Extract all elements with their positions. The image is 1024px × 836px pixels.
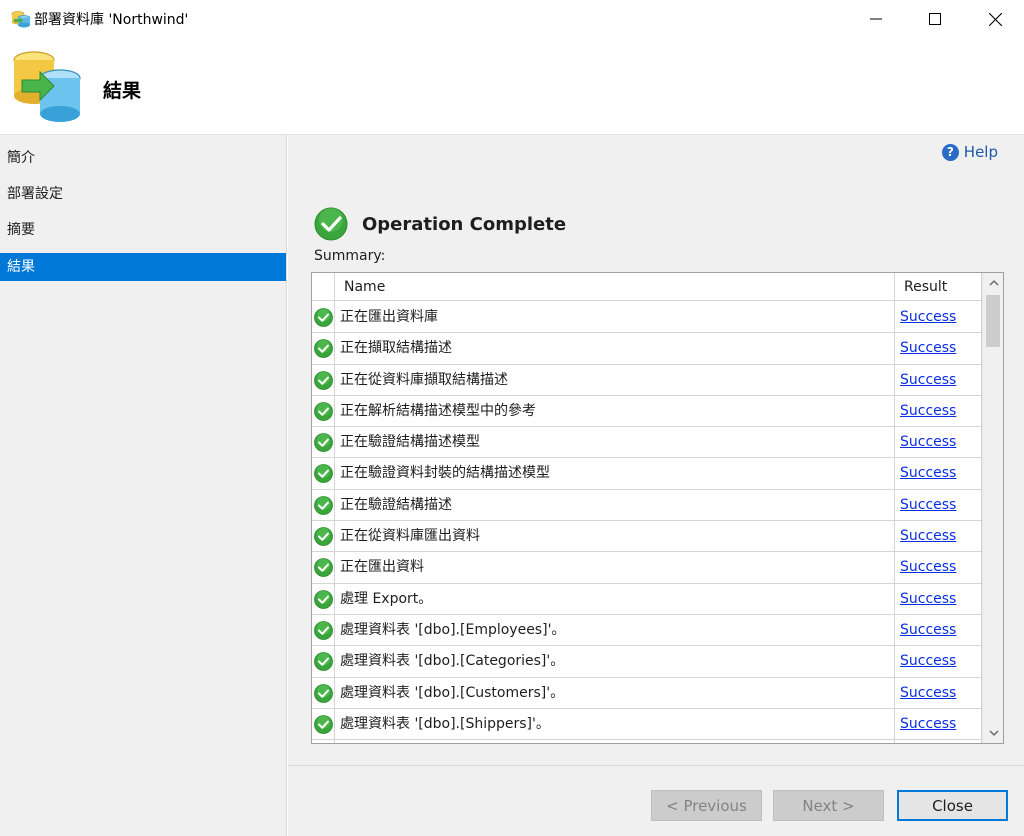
row-result-link[interactable]: Success xyxy=(900,709,956,740)
table-row[interactable]: 正在匯出資料 Success xyxy=(312,552,982,584)
success-check-icon xyxy=(314,714,333,734)
chevron-down-icon xyxy=(989,730,998,736)
maximize-icon xyxy=(929,13,941,25)
title-bar: 部署資料庫 'Northwind' xyxy=(0,0,1024,38)
chevron-up-icon xyxy=(989,280,998,286)
nav-item-results[interactable]: 結果 xyxy=(0,253,286,281)
wizard-nav: 簡介 部署設定 摘要 結果 xyxy=(0,135,287,836)
next-button[interactable]: Next > xyxy=(773,790,884,821)
table-row[interactable]: 正在從資料庫擷取結構描述 Success xyxy=(312,365,982,396)
operation-title: Operation Complete xyxy=(362,213,567,235)
nav-item-intro[interactable]: 簡介 xyxy=(0,144,286,172)
row-name: 正在解析結構描述模型中的參考 xyxy=(340,402,536,419)
summary-label: Summary: xyxy=(314,248,386,264)
help-label: Help xyxy=(963,143,998,161)
help-icon: ? xyxy=(941,143,959,161)
maximize-button[interactable] xyxy=(906,0,964,38)
row-result-link[interactable]: Success xyxy=(900,552,956,583)
success-check-icon xyxy=(314,495,333,515)
table-row[interactable]: 正在驗證結構描述模型 Success xyxy=(312,427,982,459)
table-row[interactable]: 正在擷取結構描述 Success xyxy=(312,333,982,365)
row-name: 正在從資料庫匯出資料 xyxy=(340,528,480,545)
grid-rows: 正在匯出資料庫 Success 正在擷取結構描述 Success 正在從資料庫擷取結構描… xyxy=(312,302,982,741)
row-name: 正在匯出資料庫 xyxy=(340,309,438,325)
column-header-result[interactable]: Result xyxy=(904,273,947,301)
row-name: 正在驗證結構描述模型 xyxy=(340,434,480,451)
table-row[interactable]: 處理資料表 '[dbo].[Customers]'。 Success xyxy=(312,678,982,709)
table-row[interactable]: 正在匯出資料庫 Success xyxy=(312,302,982,334)
row-name: 處理資料表 '[dbo].[Shippers]'。 xyxy=(340,715,550,732)
table-row[interactable]: 正在解析結構描述模型中的參考 Success xyxy=(312,396,982,428)
success-check-icon xyxy=(314,589,333,609)
success-check-icon xyxy=(314,621,333,640)
row-name: 處理資料表 '[dbo].[Employees]'。 xyxy=(340,621,566,638)
row-name: 處理資料表 '[dbo].[Categories]'。 xyxy=(340,653,565,670)
row-result-link[interactable]: Success xyxy=(900,584,956,615)
row-result-link[interactable]: Success xyxy=(900,615,956,646)
row-name: 正在驗證資料封裝的結構描述模型 xyxy=(340,465,550,482)
minimize-button[interactable] xyxy=(847,0,905,38)
row-result-link[interactable]: Success xyxy=(900,490,956,521)
success-check-icon xyxy=(314,527,333,546)
grid-header: Name Result xyxy=(312,273,982,301)
row-result-link[interactable]: Success xyxy=(900,646,956,677)
table-row[interactable]: 正在驗證結構描述 Success xyxy=(312,490,982,522)
scroll-thumb[interactable] xyxy=(986,295,1000,347)
help-link[interactable]: ? Help xyxy=(941,143,998,161)
table-row[interactable]: 處理 Export。 Success xyxy=(312,584,982,615)
row-result-link[interactable]: Success xyxy=(900,302,956,333)
row-name: 正在驗證結構描述 xyxy=(340,496,452,513)
close-button[interactable]: Close xyxy=(897,790,1008,821)
row-name: 正在擷取結構描述 xyxy=(340,340,452,357)
previous-button[interactable]: < Previous xyxy=(651,790,762,821)
row-result-link[interactable]: Success xyxy=(900,458,956,489)
row-result-link[interactable]: Success xyxy=(900,678,956,709)
table-row[interactable]: 處理資料表 '[dbo].[Employees]'。 Success xyxy=(312,615,982,647)
table-row[interactable]: 正在從資料庫匯出資料 Success xyxy=(312,521,982,553)
row-result-link[interactable]: Success xyxy=(900,365,956,396)
success-check-icon xyxy=(314,339,333,359)
page-title: 結果 xyxy=(103,80,142,102)
nav-item-deploy-settings[interactable]: 部署設定 xyxy=(0,180,286,208)
wizard-footer: < Previous Next > Close xyxy=(288,766,1024,836)
table-row[interactable]: 正在驗證資料封裝的結構描述模型 Success xyxy=(312,458,982,490)
main-panel: ? Help Operation Complete Summary: Name … xyxy=(288,135,1024,765)
window-title: 部署資料庫 'Northwind' xyxy=(34,12,189,28)
minimize-icon xyxy=(870,18,882,20)
nav-item-summary[interactable]: 摘要 xyxy=(0,216,286,244)
vertical-scrollbar[interactable] xyxy=(982,273,1003,743)
success-check-icon xyxy=(314,370,333,390)
table-row[interactable]: 處理資料表 '[dbo].[Categories]'。 Success xyxy=(312,646,982,678)
row-result-link[interactable]: Success xyxy=(900,521,956,552)
table-row[interactable]: 處理資料表 '[dbo].[Shippers]'。 Success xyxy=(312,709,982,741)
row-name: 正在從資料庫擷取結構描述 xyxy=(340,371,508,388)
close-icon xyxy=(988,12,1002,26)
success-check-icon xyxy=(314,464,333,484)
success-check-icon xyxy=(314,401,333,421)
success-check-icon xyxy=(314,652,333,672)
scroll-down-arrow[interactable] xyxy=(983,723,1003,743)
database-deploy-icon xyxy=(11,10,31,28)
row-result-link[interactable]: Success xyxy=(900,427,956,458)
row-result-link[interactable]: Success xyxy=(900,396,956,427)
success-check-icon xyxy=(314,433,333,453)
success-check-icon xyxy=(314,683,333,703)
success-check-icon xyxy=(314,207,348,241)
row-name: 處理資料表 '[dbo].[Customers]'。 xyxy=(340,684,565,701)
column-header-name[interactable]: Name xyxy=(344,273,385,301)
row-name: 正在匯出資料 xyxy=(340,559,424,576)
database-deploy-large-icon xyxy=(10,50,86,124)
success-check-icon xyxy=(314,558,333,578)
scroll-up-arrow[interactable] xyxy=(983,273,1003,293)
results-grid[interactable]: Name Result 正在匯出資料庫 Success 正在擷取結構描述 Succes… xyxy=(311,272,1004,744)
close-window-button[interactable] xyxy=(966,0,1024,38)
row-name: 處理 Export。 xyxy=(340,590,433,607)
success-check-icon xyxy=(314,308,333,327)
operation-status: Operation Complete xyxy=(314,207,566,241)
wizard-header: 結果 xyxy=(0,38,1024,134)
row-result-link[interactable]: Success xyxy=(900,333,956,364)
